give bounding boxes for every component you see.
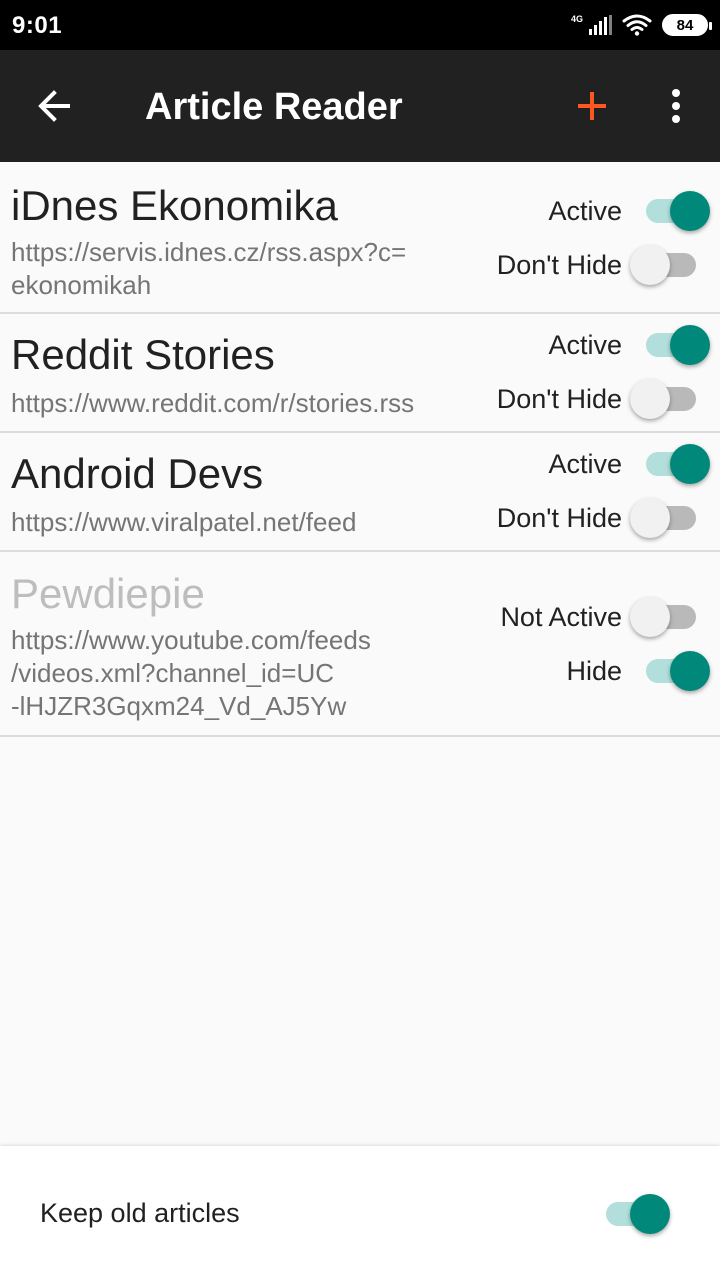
arrow-left-icon <box>38 90 70 122</box>
hide-toggle-label: Don't Hide <box>496 502 622 533</box>
hide-switch[interactable] <box>630 493 714 543</box>
hide-toggle-label: Don't Hide <box>496 249 622 280</box>
more-options-button[interactable] <box>650 76 702 136</box>
hide-toggle-row: Hide <box>566 646 714 696</box>
feed-url-line: https://servis.idnes.cz/rss.aspx?c= <box>11 237 407 267</box>
active-toggle-label: Active <box>548 329 622 360</box>
feed-item[interactable]: Android Devs https://www.viralpatel.net/… <box>0 433 720 552</box>
hide-switch[interactable] <box>630 646 714 696</box>
network-type-label: 4G <box>570 14 583 24</box>
add-feed-button[interactable] <box>560 76 624 136</box>
active-toggle-row: Active <box>548 439 714 489</box>
active-switch[interactable] <box>630 592 714 642</box>
more-vert-icon <box>672 89 680 123</box>
hide-toggle-label: Don't Hide <box>496 383 622 414</box>
feed-url: https://www.viralpatel.net/feed <box>11 506 356 539</box>
app-title: Article Reader <box>145 86 403 128</box>
feed-name: Reddit Stories <box>11 331 275 378</box>
app-bar: Article Reader <box>0 50 720 162</box>
active-toggle-label: Active <box>548 448 622 479</box>
status-icons: 4G 84 <box>567 11 712 39</box>
plus-icon <box>578 92 606 120</box>
battery-icon: 84 <box>662 14 712 36</box>
feed-url-line: ekonomikah <box>11 270 152 300</box>
wifi-icon <box>622 14 652 36</box>
hide-toggle-label: Hide <box>566 655 622 686</box>
active-toggle-row: Not Active <box>500 592 714 642</box>
active-toggle-label: Active <box>548 195 622 226</box>
feed-name: Pewdiepie <box>11 570 205 617</box>
feed-url: https://www.youtube.com/feeds /videos.xm… <box>11 624 371 723</box>
active-switch[interactable] <box>630 320 714 370</box>
feed-item[interactable]: Reddit Stories https://www.reddit.com/r/… <box>0 314 720 433</box>
feed-item[interactable]: Pewdiepie https://www.youtube.com/feeds … <box>0 552 720 737</box>
feed-url-line: https://www.youtube.com/feeds <box>11 625 371 655</box>
keep-old-articles-label: Keep old articles <box>40 1198 240 1228</box>
feed-item[interactable]: iDnes Ekonomika https://servis.idnes.cz/… <box>0 162 720 314</box>
active-toggle-row: Active <box>548 186 714 236</box>
active-switch[interactable] <box>630 186 714 236</box>
active-switch[interactable] <box>630 439 714 489</box>
feed-url-line: -lHJZR3Gqxm24_Vd_AJ5Yw <box>11 691 347 721</box>
active-toggle-label: Not Active <box>500 601 622 632</box>
feed-name: iDnes Ekonomika <box>11 182 338 229</box>
feed-url: https://www.reddit.com/r/stories.rss <box>11 387 414 420</box>
feed-url: https://servis.idnes.cz/rss.aspx?c= ekon… <box>11 236 406 302</box>
battery-level: 84 <box>676 16 694 34</box>
signal-icon <box>589 15 612 35</box>
back-button[interactable] <box>24 76 84 136</box>
feed-name: Android Devs <box>11 450 264 497</box>
hide-toggle-row: Don't Hide <box>497 493 714 543</box>
feed-url-line: https://www.reddit.com/r/stories.rss <box>11 388 415 418</box>
feed-url-line: https://www.viralpatel.net/feed <box>11 507 357 537</box>
status-bar: 9:01 4G 84 <box>0 0 720 50</box>
feed-url-line: /videos.xml?channel_id=UC <box>11 658 335 688</box>
keep-old-articles-switch[interactable] <box>590 1189 674 1239</box>
hide-toggle-row: Don't Hide <box>497 374 714 424</box>
status-time: 9:01 <box>12 12 63 39</box>
active-toggle-row: Active <box>548 320 714 370</box>
hide-toggle-row: Don't Hide <box>497 240 714 290</box>
keep-old-articles-panel: Keep old articles <box>0 1146 720 1280</box>
hide-switch[interactable] <box>630 240 714 290</box>
hide-switch[interactable] <box>630 374 714 424</box>
